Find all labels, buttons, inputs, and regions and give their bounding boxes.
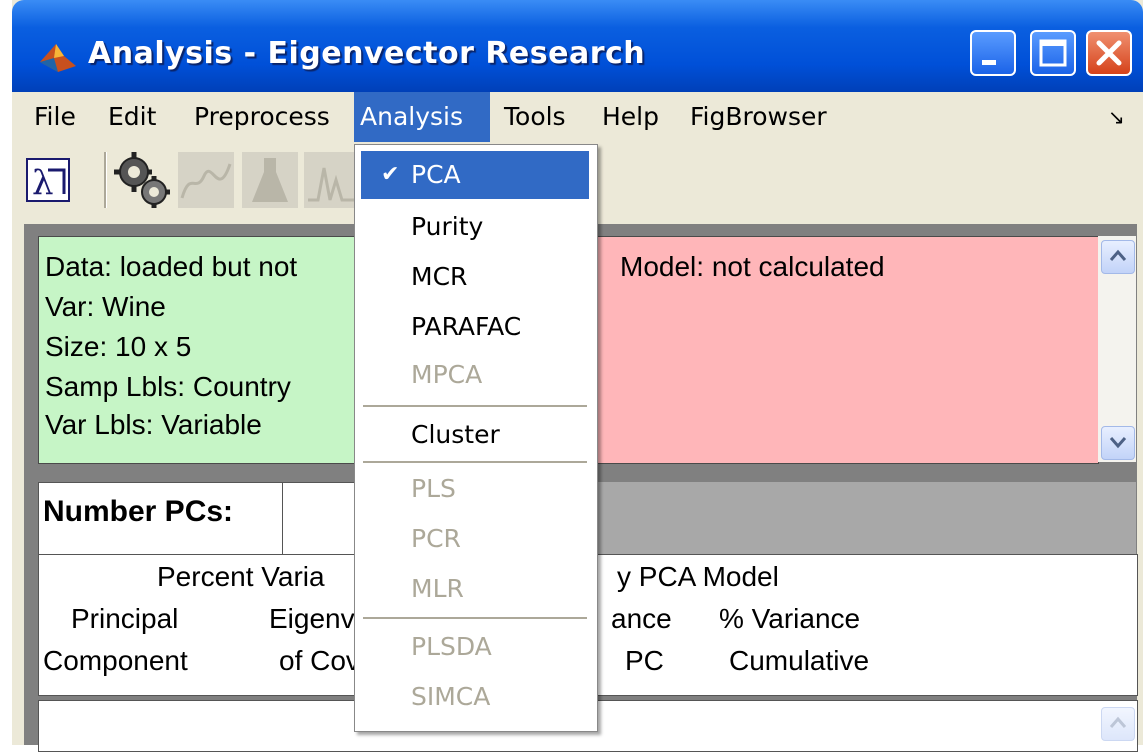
toolbar-separator xyxy=(104,152,107,208)
menu-item-pls: PLS xyxy=(361,465,589,513)
matlab-logo-icon xyxy=(40,44,76,72)
menu-separator xyxy=(363,461,587,464)
menu-item-label: MLR xyxy=(411,574,464,603)
list-scroll-up-button[interactable] xyxy=(1101,707,1135,741)
menu-help[interactable]: Help xyxy=(596,92,665,142)
menu-edit[interactable]: Edit xyxy=(102,92,162,142)
col-pc: PC xyxy=(625,645,664,676)
menu-item-cluster[interactable]: Cluster xyxy=(361,411,589,459)
col-cumulative: Cumulative xyxy=(729,645,870,676)
lambda-icon[interactable]: λ xyxy=(26,158,70,202)
flask-icon[interactable] xyxy=(240,150,300,210)
var-labels-text: Var Lbls: Variable xyxy=(45,409,262,440)
window-title: Analysis - Eigenvector Research xyxy=(88,36,646,71)
menu-item-label: Purity xyxy=(411,212,484,241)
col-of-cov: of Cov xyxy=(279,645,360,676)
scroll-down-button[interactable] xyxy=(1101,426,1135,460)
menu-item-mcr[interactable]: MCR xyxy=(361,253,589,301)
number-pcs-label: Number PCs: xyxy=(43,495,234,528)
col-component: Component xyxy=(43,645,188,676)
maximize-icon xyxy=(1039,39,1067,67)
menu-item-label: Cluster xyxy=(411,420,500,449)
gears-icon[interactable] xyxy=(112,150,172,210)
maximize-button[interactable] xyxy=(1030,30,1076,76)
checkmark-icon: ✔ xyxy=(381,162,400,187)
menu-item-label: PLS xyxy=(411,474,456,503)
menu-item-label: MCR xyxy=(411,262,468,291)
menu-bar: File Edit Preprocess Analysis Tools Help… xyxy=(12,92,1143,142)
menu-preprocess[interactable]: Preprocess xyxy=(188,92,336,142)
col-principal: Principal xyxy=(71,603,179,634)
vertical-scrollbar[interactable] xyxy=(1098,236,1136,462)
chevron-down-icon xyxy=(1109,437,1127,449)
title-bar[interactable]: Analysis - Eigenvector Research xyxy=(12,0,1143,92)
menu-item-pca[interactable]: ✔ PCA xyxy=(361,151,589,199)
minimize-button[interactable] xyxy=(970,30,1016,76)
menu-file[interactable]: File xyxy=(28,92,82,142)
number-pcs-box: Number PCs: xyxy=(38,482,284,556)
menu-item-label: PCR xyxy=(411,524,461,553)
menu-dock-arrow-icon[interactable]: ↘ xyxy=(1102,92,1131,142)
col-variance-pc: ance xyxy=(611,603,672,634)
chevron-up-icon xyxy=(1109,249,1127,261)
analysis-dropdown-menu: ✔ PCA Purity MCR PARAFAC MPCA Cluster PL… xyxy=(354,144,598,732)
samp-labels-text: Samp Lbls: Country xyxy=(45,371,291,402)
menu-item-plsda: PLSDA xyxy=(361,623,589,671)
menu-item-mlr: MLR xyxy=(361,565,589,613)
close-button[interactable] xyxy=(1086,30,1132,76)
menu-separator xyxy=(363,617,587,620)
menu-tools[interactable]: Tools xyxy=(498,92,572,142)
peaks-icon[interactable] xyxy=(302,150,362,210)
table-title-left: Percent Varia xyxy=(157,561,325,592)
close-icon xyxy=(1096,40,1122,66)
col-eigenvalue: Eigenv xyxy=(269,603,355,634)
data-info-box[interactable]: Data: loaded but not Var: Wine Size: 10 … xyxy=(38,236,400,464)
var-text: Var: Wine xyxy=(45,291,166,322)
menu-item-label: PLSDA xyxy=(411,632,492,661)
menu-item-label: SIMCA xyxy=(411,682,491,711)
table-title-right: y PCA Model xyxy=(617,561,779,592)
menu-item-simca: SIMCA xyxy=(361,673,589,721)
model-status-text: Model: not calculated xyxy=(620,251,885,282)
minimize-icon xyxy=(982,60,996,65)
data-status-text: Data: loaded but not xyxy=(45,251,298,282)
menu-item-label: MPCA xyxy=(411,360,483,389)
menu-analysis[interactable]: Analysis xyxy=(354,92,490,142)
chevron-up-icon xyxy=(1109,716,1127,728)
menu-separator xyxy=(363,405,587,408)
menu-figbrowser[interactable]: FigBrowser xyxy=(684,92,833,142)
menu-item-pcr: PCR xyxy=(361,515,589,563)
menu-item-purity[interactable]: Purity xyxy=(361,203,589,251)
menu-item-parafac[interactable]: PARAFAC xyxy=(361,303,589,351)
size-text: Size: 10 x 5 xyxy=(45,331,192,362)
scroll-up-button[interactable] xyxy=(1101,240,1135,274)
menu-item-label: PCA xyxy=(411,160,461,189)
col-variance-cumulative: % Variance xyxy=(719,603,861,634)
menu-item-label: PARAFAC xyxy=(411,312,522,341)
menu-item-mpca: MPCA xyxy=(361,351,589,399)
spectrum-icon[interactable] xyxy=(176,150,236,210)
